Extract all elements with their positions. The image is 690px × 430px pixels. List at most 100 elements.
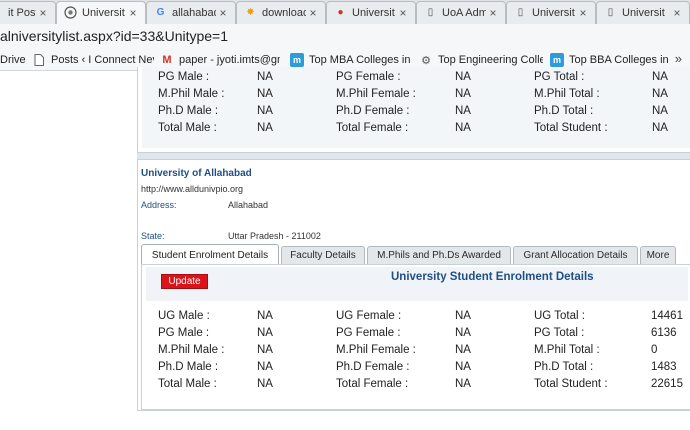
stat-label: M.Phil Male : xyxy=(158,344,225,356)
document-icon: ▯ xyxy=(427,7,434,18)
bookmark-label: Top MBA Colleges in xyxy=(309,54,411,66)
stat-label: Total Student : xyxy=(534,122,608,134)
stat-value: NA xyxy=(455,378,471,390)
stat-value: NA xyxy=(652,71,668,83)
university-block: University of Allahabad http://www.alldu… xyxy=(137,159,690,411)
address-value: Allahabad xyxy=(228,200,269,210)
browser-tab-1[interactable]: it Post × xyxy=(0,1,56,24)
tab-label: it Post xyxy=(8,6,36,19)
close-icon[interactable]: × xyxy=(486,6,500,20)
university-url: http://www.alldunivpio.org xyxy=(141,184,244,194)
previous-stats-panel xyxy=(137,67,690,153)
state-value: Uttar Pradesh - 211002 xyxy=(228,231,321,241)
stat-label: Ph.D Female : xyxy=(336,361,410,373)
close-icon[interactable]: × xyxy=(126,6,140,20)
stat-label: PG Female : xyxy=(336,71,401,83)
stat-label: UG Total : xyxy=(534,310,585,322)
tab-strip: it Post × Universit × G allahabad × ✸ do… xyxy=(0,0,690,24)
browser-tab-3[interactable]: G allahabad × xyxy=(146,1,236,24)
bookmark-label: Top Engineering Colle xyxy=(438,54,543,66)
tab-student-enrolment[interactable]: Student Enrolment Details xyxy=(141,244,279,265)
chevron-more-icon[interactable]: » xyxy=(675,51,682,66)
address-label: Address: xyxy=(141,200,177,210)
bookmark-mba[interactable]: m Top MBA Colleges in xyxy=(290,52,412,68)
stat-value: NA xyxy=(257,105,273,117)
document-icon: ▯ xyxy=(517,7,524,18)
browser-tab-2[interactable]: Universit × xyxy=(56,1,146,24)
stat-label: M.Phil Female : xyxy=(336,88,416,100)
stat-label: Total Female : xyxy=(336,122,409,134)
stat-value: NA xyxy=(257,122,273,134)
stat-label: Total Student : xyxy=(534,378,608,390)
close-icon[interactable]: × xyxy=(306,6,320,20)
browser-tab-6[interactable]: ▯ UoA Adm × xyxy=(416,1,506,24)
stat-value: NA xyxy=(455,71,471,83)
url-text[interactable]: alniversitylist.aspx?id=33&Unitype=1 xyxy=(0,28,228,44)
stat-label: M.Phil Total : xyxy=(534,344,600,356)
bookmark-label: Drive xyxy=(0,54,26,66)
browser-tab-5[interactable]: ● Universit × xyxy=(326,1,416,24)
stat-label: UG Female : xyxy=(336,310,402,322)
tab-label: allahabad xyxy=(172,6,216,19)
close-icon[interactable]: × xyxy=(670,6,684,20)
stat-label: Ph.D Male : xyxy=(158,105,219,117)
bookmark-drive[interactable]: Drive xyxy=(0,52,30,68)
page-content: PG Male : NA PG Female : NA PG Total : N… xyxy=(0,67,690,430)
close-icon[interactable]: × xyxy=(576,6,590,20)
google-icon: G xyxy=(156,7,165,18)
enrolment-header: Update University Student Enrolment Deta… xyxy=(146,267,688,301)
close-icon[interactable]: × xyxy=(36,6,50,20)
stat-value: NA xyxy=(257,378,273,390)
tab-label: Universit xyxy=(82,6,125,19)
stat-label: PG Male : xyxy=(158,71,210,83)
browser-tab-4[interactable]: ✸ download × xyxy=(236,1,326,24)
browser-tab-8[interactable]: ▯ Universit × xyxy=(596,1,690,24)
address-bar[interactable]: alniversitylist.aspx?id=33&Unitype=1 xyxy=(0,24,690,49)
state-label: State: xyxy=(141,231,165,241)
stat-label: M.Phil Total : xyxy=(534,88,600,100)
stat-value: NA xyxy=(257,344,273,356)
site-m-icon: m xyxy=(550,53,564,67)
tab-mphils-phds[interactable]: M.Phils and Ph.Ds Awarded xyxy=(367,246,511,264)
close-icon[interactable]: × xyxy=(216,6,230,20)
tab-grant-allocation[interactable]: Grant Allocation Details xyxy=(513,246,638,264)
enrolment-title: University Student Enrolment Details xyxy=(391,271,594,283)
stat-value: NA xyxy=(455,122,471,134)
bookmark-engineering[interactable]: ⚙ Top Engineering Colle xyxy=(419,52,543,68)
update-button[interactable]: Update xyxy=(161,274,208,289)
stat-label: Total Male : xyxy=(158,122,217,134)
gmail-icon: M xyxy=(162,54,172,66)
bookmark-gmail[interactable]: M paper - jyoti.imts@gm xyxy=(160,52,280,68)
bookmark-label: Posts ‹ I Connect Nev xyxy=(51,54,154,66)
emblem-icon: ● xyxy=(337,7,344,18)
stat-label: M.Phil Male : xyxy=(158,88,225,100)
stat-value: NA xyxy=(455,105,471,117)
tab-label: download xyxy=(262,6,306,19)
stat-value: NA xyxy=(257,71,273,83)
enrolment-panel: Update University Student Enrolment Deta… xyxy=(141,264,690,410)
stat-label: PG Male : xyxy=(158,327,210,339)
tab-label: Universit xyxy=(622,6,665,19)
browser-tab-7[interactable]: ▯ Universit × xyxy=(506,1,596,24)
tab-faculty-details[interactable]: Faculty Details xyxy=(281,246,365,264)
stat-value: 0 xyxy=(651,344,658,356)
stat-label: PG Total : xyxy=(534,327,585,339)
tab-more[interactable]: More xyxy=(640,246,676,264)
bookmark-bba[interactable]: m Top BBA Colleges in I xyxy=(550,52,668,68)
stat-value: NA xyxy=(257,361,273,373)
site-m-icon: m xyxy=(290,53,304,67)
stat-label: Total Male : xyxy=(158,378,217,390)
stat-label: Total Female : xyxy=(336,378,409,390)
tab-label: Universit xyxy=(532,6,575,19)
stat-label: Ph.D Total : xyxy=(534,361,594,373)
bookmark-posts[interactable]: Posts ‹ I Connect Nev xyxy=(32,52,154,68)
close-icon[interactable]: × xyxy=(396,6,410,20)
stat-value: 1483 xyxy=(651,361,677,373)
stat-label: M.Phil Female : xyxy=(336,344,416,356)
stat-label: PG Female : xyxy=(336,327,401,339)
stat-label: UG Male : xyxy=(158,310,210,322)
stat-value: NA xyxy=(455,361,471,373)
gear-icon: ⚙ xyxy=(421,54,431,67)
university-name[interactable]: University of Allahabad xyxy=(141,168,252,179)
spark-icon: ✸ xyxy=(246,7,255,18)
